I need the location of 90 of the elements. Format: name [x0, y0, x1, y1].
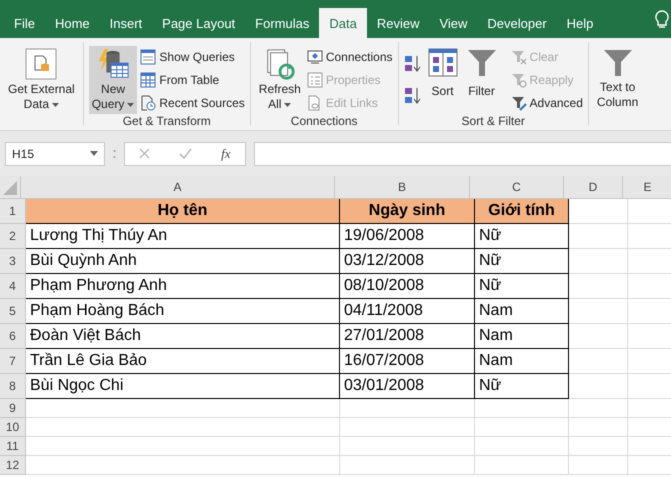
ribbon-tab[interactable]: Review [366, 8, 430, 38]
ribbon-tab[interactable]: Page Layout [152, 8, 246, 38]
formula-input[interactable] [254, 142, 671, 166]
ribbon-tab[interactable]: Home [44, 8, 100, 38]
header-cell: Họ tên [26, 199, 340, 224]
table-cell: Nữ [475, 274, 569, 299]
ribbon-tab[interactable]: Developer [477, 8, 557, 38]
table-cell: Nữ [475, 249, 569, 274]
ribbon-button[interactable]: Get External Data [5, 46, 78, 114]
funnel-icon [466, 48, 497, 78]
empty-cell [569, 399, 628, 418]
ribbon-tab[interactable]: Formulas [245, 8, 320, 38]
row-header[interactable]: 4 [0, 274, 26, 299]
window-icon [140, 49, 156, 65]
ribbon-tab[interactable]: View [429, 8, 478, 38]
table-cell: Nam [475, 299, 569, 324]
table-cell: 08/10/2008 [340, 274, 475, 299]
funnel-pencil-icon [510, 95, 527, 111]
group-label: Get & Transform [122, 114, 212, 128]
new-query-icon [96, 48, 130, 80]
ribbon-button[interactable]: Recent Sources [140, 93, 245, 113]
table-cell: Đoàn Việt Bách [26, 324, 340, 349]
row-header[interactable]: 9 [0, 399, 26, 418]
row-header[interactable]: 1 [0, 199, 26, 224]
insert-function-button[interactable]: fx [221, 146, 231, 162]
funnel-refresh-icon [510, 72, 527, 88]
table-cell: Bùi Ngọc Chi [26, 374, 340, 399]
table-cell: 16/07/2008 [340, 349, 475, 374]
row-header[interactable]: 3 [0, 249, 26, 274]
ribbon-button[interactable]: Show Queries [140, 47, 245, 67]
ribbon-button[interactable]: Advanced [510, 93, 583, 113]
table-cell: 03/01/2008 [340, 374, 475, 399]
empty-cell [569, 437, 628, 456]
row-header[interactable]: 10 [0, 418, 26, 437]
table-cell: Trần Lê Gia Bảo [26, 349, 340, 374]
row-header[interactable]: 2 [0, 224, 26, 249]
table-icon [140, 72, 156, 88]
caret-icon [90, 151, 98, 156]
row-header[interactable]: 8 [0, 374, 26, 399]
table-cell: Phạm Hoàng Bách [26, 299, 340, 324]
table-cell: 19/06/2008 [340, 224, 475, 249]
table-cell: Nam [475, 349, 569, 374]
database-file-icon [25, 48, 58, 80]
name-box[interactable]: H15 [5, 142, 105, 166]
header-cell: Giới tính [475, 199, 569, 224]
ribbon-tab[interactable]: Data [319, 8, 367, 38]
sort-table-icon [428, 48, 458, 78]
table-cell: 03/12/2008 [340, 249, 475, 274]
ribbon-tab[interactable]: Help [556, 8, 604, 38]
table-cell: Bùi Quỳnh Anh [26, 249, 340, 274]
ribbon-tab[interactable]: Insert [100, 8, 152, 38]
sort-icon[interactable] [404, 54, 422, 74]
empty-cell [569, 456, 628, 475]
table-cell: Nữ [475, 374, 569, 399]
table-cell: Nữ [475, 224, 569, 249]
ribbon-button[interactable]: New Query [88, 46, 138, 114]
grip-icon [113, 148, 116, 158]
clock-document-icon [140, 95, 156, 111]
column-header[interactable]: D [564, 176, 623, 199]
ribbon-button[interactable]: From Table [140, 70, 245, 90]
row-header[interactable]: 11 [0, 437, 26, 456]
ribbon-button[interactable]: Refresh All [256, 46, 304, 114]
funnel-clear-icon [510, 49, 527, 65]
table-cell: Phạm Phương Anh [26, 274, 340, 299]
table-cell: 27/01/2008 [340, 324, 475, 349]
ribbon-button[interactable]: Text to Column [594, 46, 642, 114]
select-all-icon[interactable] [3, 181, 17, 195]
table-cell: 04/11/2008 [340, 299, 475, 324]
sort-icon[interactable] [404, 86, 422, 106]
group-label: Sort & Filter [460, 114, 526, 128]
row-header[interactable]: 6 [0, 324, 26, 349]
empty-cell [569, 418, 628, 437]
header-cell: Ngày sinh [340, 199, 475, 224]
row-header[interactable]: 7 [0, 349, 26, 374]
ribbon-tab[interactable]: File [4, 8, 45, 38]
lightbulb-icon[interactable] [655, 10, 669, 30]
ribbon-button[interactable]: Sort [424, 46, 461, 114]
funnel-icon [602, 48, 633, 78]
ribbon-button[interactable]: Connections [306, 47, 393, 67]
table-cell: Nam [475, 324, 569, 349]
ribbon-button[interactable]: Filter [464, 46, 500, 114]
check-icon[interactable] [179, 148, 192, 159]
group-label: Connections [290, 114, 359, 128]
monitor-icon [306, 49, 323, 65]
column-header[interactable]: E [623, 176, 671, 199]
row-header[interactable]: 12 [0, 456, 26, 475]
list-icon [306, 72, 323, 88]
row-header[interactable]: 5 [0, 299, 26, 324]
cancel-icon[interactable] [139, 148, 150, 159]
table-cell: Lương Thị Thúy An [26, 224, 340, 249]
